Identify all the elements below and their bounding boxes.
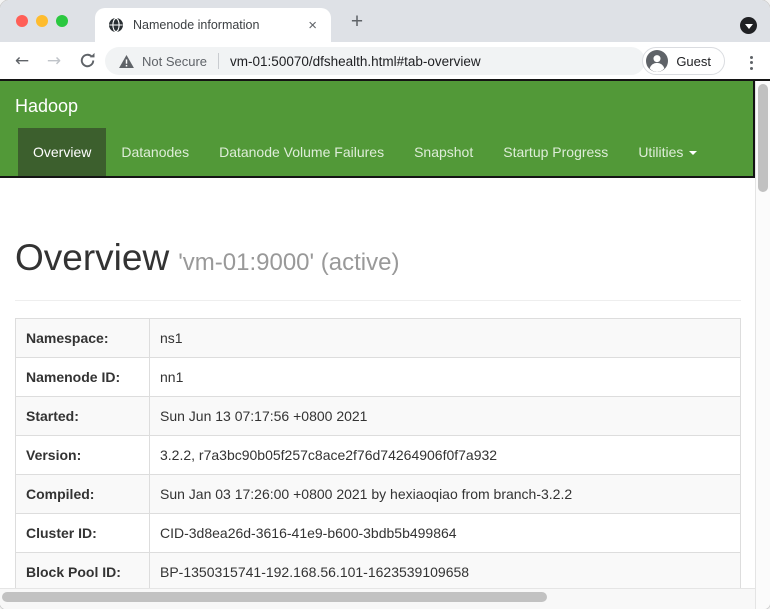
browser-toolbar: ← → Not Secure vm-01:5007: [0, 42, 770, 79]
row-label: Compiled:: [16, 474, 150, 513]
row-value: BP-1350315741-192.168.56.101-16235391096…: [150, 552, 741, 591]
table-row: Namenode ID: nn1: [16, 357, 741, 396]
table-row: Block Pool ID: BP-1350315741-192.168.56.…: [16, 552, 741, 591]
zoom-window-button[interactable]: [56, 15, 68, 27]
page-title: Overview'vm-01:9000' (active): [15, 238, 741, 278]
nav-item-utilities[interactable]: Utilities: [623, 128, 712, 176]
avatar-icon: [646, 50, 668, 72]
browser-menu-button[interactable]: [748, 51, 755, 74]
chevron-down-icon: [745, 24, 753, 29]
minimize-window-button[interactable]: [36, 15, 48, 27]
close-window-button[interactable]: [16, 15, 28, 27]
traffic-lights: [16, 15, 68, 27]
row-label: Block Pool ID:: [16, 552, 150, 591]
profile-label: Guest: [676, 54, 711, 69]
nav-item-datanodes[interactable]: Datanodes: [106, 128, 204, 176]
tab-strip: Namenode information × +: [0, 0, 770, 42]
close-tab-icon[interactable]: ×: [304, 16, 321, 35]
table-row: Started: Sun Jun 13 07:17:56 +0800 2021: [16, 396, 741, 435]
horizontal-scrollbar-thumb[interactable]: [2, 592, 547, 602]
browser-window: Namenode information × + ← →: [0, 0, 770, 609]
address-separator: [218, 53, 219, 69]
row-value: CID-3d8ea26d-3616-41e9-b600-3bdb5b499864: [150, 513, 741, 552]
globe-icon: [108, 17, 124, 33]
security-status-label[interactable]: Not Secure: [142, 54, 207, 69]
row-label: Cluster ID:: [16, 513, 150, 552]
hadoop-brand[interactable]: Hadoop: [15, 96, 78, 117]
row-value: Sun Jan 03 17:26:00 +0800 2021 by hexiao…: [150, 474, 741, 513]
divider: [15, 300, 741, 301]
table-row: Cluster ID: CID-3d8ea26d-3616-41e9-b600-…: [16, 513, 741, 552]
browser-tab[interactable]: Namenode information ×: [95, 8, 331, 42]
row-label: Started:: [16, 396, 150, 435]
profile-button[interactable]: Guest: [642, 47, 725, 75]
kebab-icon: [750, 56, 753, 59]
hadoop-nav-menu: Overview Datanodes Datanode Volume Failu…: [0, 128, 712, 176]
row-label: Namespace:: [16, 318, 150, 357]
overview-table: Namespace: ns1 Namenode ID: nn1 Started:…: [15, 318, 741, 592]
row-value: Sun Jun 13 07:17:56 +0800 2021: [150, 396, 741, 435]
caret-down-icon: [689, 151, 697, 155]
nav-item-startup-progress[interactable]: Startup Progress: [488, 128, 623, 176]
horizontal-scrollbar[interactable]: [0, 588, 755, 609]
reload-icon: [79, 52, 96, 69]
nav-item-overview[interactable]: Overview: [18, 128, 106, 176]
table-row: Compiled: Sun Jan 03 17:26:00 +0800 2021…: [16, 474, 741, 513]
nav-item-datanode-volume-failures[interactable]: Datanode Volume Failures: [204, 128, 399, 176]
main-content: Overview'vm-01:9000' (active) Namespace:…: [0, 238, 755, 592]
page-subtitle: 'vm-01:9000' (active): [178, 249, 399, 276]
row-value: 3.2.2, r7a3bc90b05f257c8ace2f76d74264906…: [150, 435, 741, 474]
url-text[interactable]: vm-01:50070/dfshealth.html#tab-overview: [230, 54, 481, 69]
tab-title: Namenode information: [133, 18, 304, 32]
address-bar[interactable]: Not Secure vm-01:50070/dfshealth.html#ta…: [105, 47, 645, 75]
row-value: nn1: [150, 357, 741, 396]
page-viewport: Hadoop Overview Datanodes Datanode Volum…: [0, 81, 755, 609]
warning-icon: [119, 55, 134, 68]
nav-item-snapshot[interactable]: Snapshot: [399, 128, 488, 176]
tab-search-button[interactable]: [740, 17, 757, 34]
hadoop-navbar: Hadoop Overview Datanodes Datanode Volum…: [0, 81, 755, 178]
back-button[interactable]: ←: [9, 42, 35, 79]
row-label: Version:: [16, 435, 150, 474]
page-content: Hadoop Overview Datanodes Datanode Volum…: [0, 81, 770, 609]
table-row: Version: 3.2.2, r7a3bc90b05f257c8ace2f76…: [16, 435, 741, 474]
vertical-scrollbar-thumb[interactable]: [758, 84, 768, 192]
new-tab-button[interactable]: +: [345, 10, 369, 34]
table-row: Namespace: ns1: [16, 318, 741, 357]
reload-button[interactable]: [74, 42, 100, 79]
row-label: Namenode ID:: [16, 357, 150, 396]
forward-button[interactable]: →: [41, 42, 67, 79]
row-value: ns1: [150, 318, 741, 357]
vertical-scrollbar[interactable]: [755, 81, 770, 609]
